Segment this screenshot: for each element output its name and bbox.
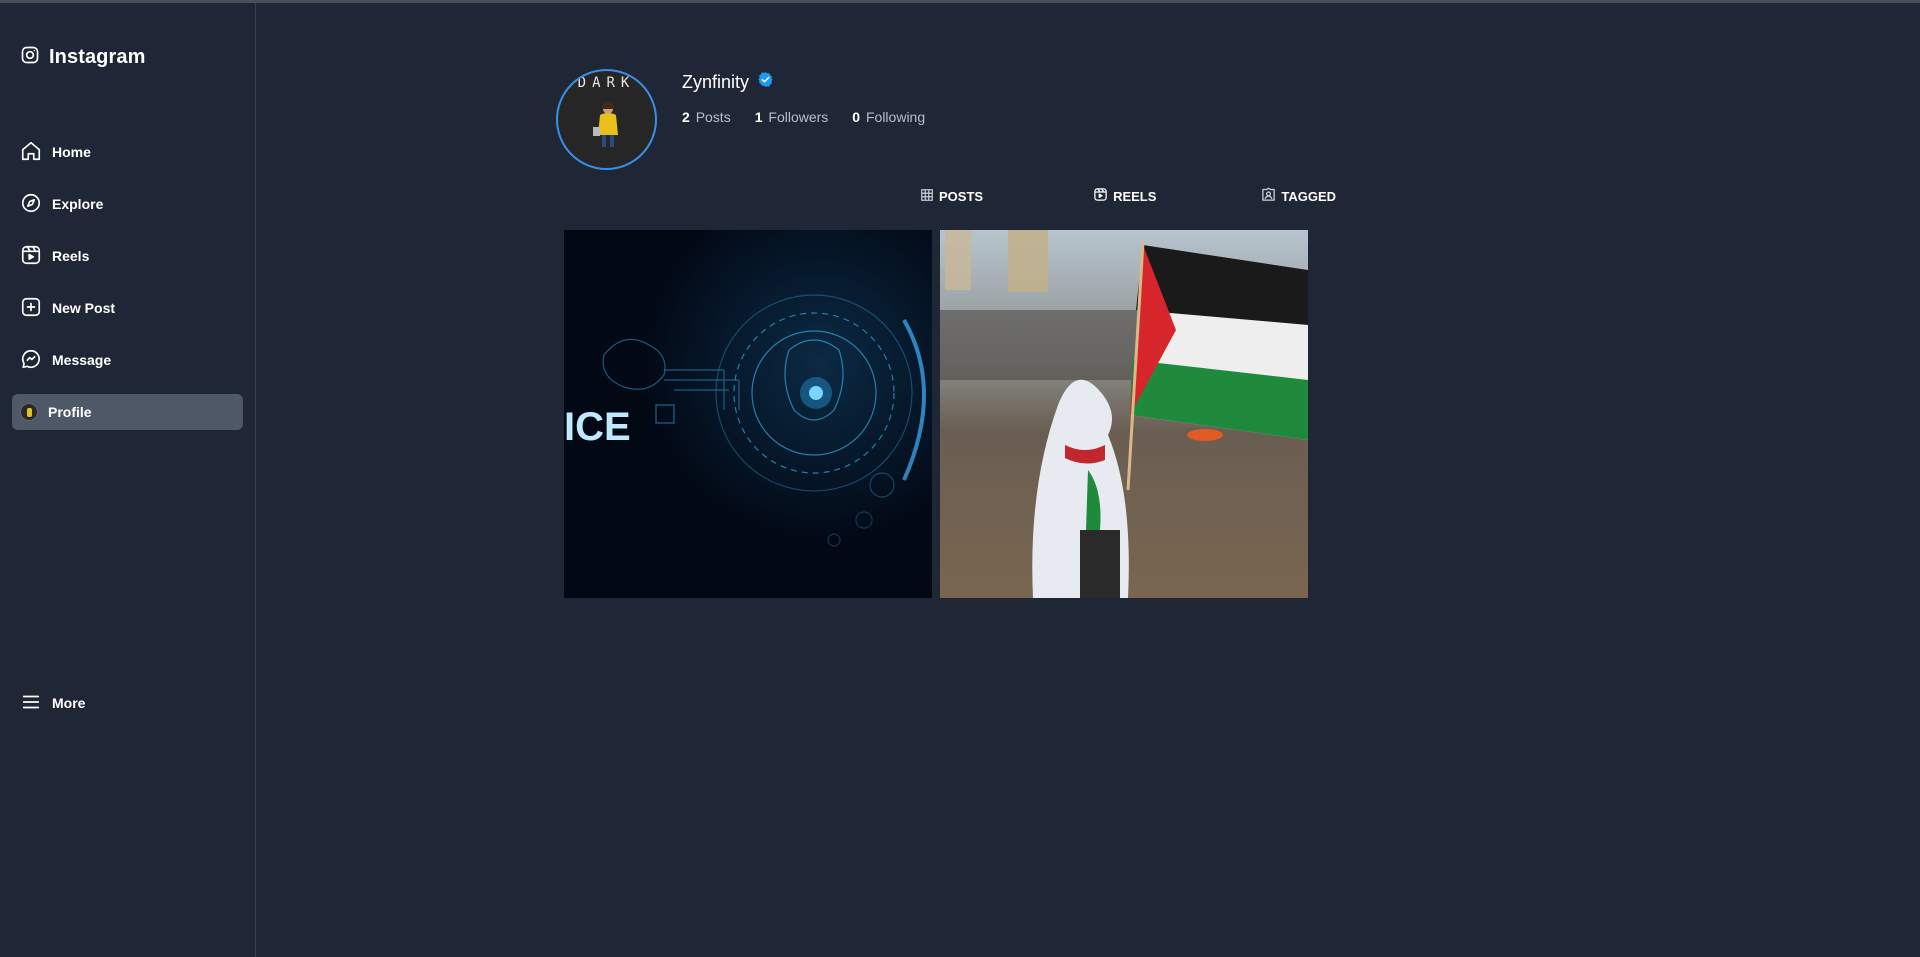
stat-following-label: Following xyxy=(865,109,926,125)
home-icon xyxy=(20,140,42,165)
tab-label: POSTS xyxy=(939,188,984,204)
tab-label: TAGGED xyxy=(1281,188,1337,204)
artwork-overlay-text: ICE xyxy=(564,405,631,449)
stat-posts[interactable]: 2 Posts xyxy=(682,109,731,125)
stat-followers-label: Followers xyxy=(768,109,829,125)
more-label: More xyxy=(52,695,86,711)
reels-icon xyxy=(1093,187,1108,205)
sidebar-item-explore[interactable]: Explore xyxy=(12,186,243,222)
grid-icon xyxy=(920,188,934,205)
compass-icon xyxy=(20,192,42,217)
profile-info: Zynfinity 2 Posts 1 Followers 0 Followin… xyxy=(682,70,925,126)
reels-icon xyxy=(20,244,42,269)
sidebar-item-reels[interactable]: Reels xyxy=(12,238,243,274)
stat-posts-count: 2 xyxy=(682,109,690,125)
post-flag-photo[interactable] xyxy=(940,230,1308,598)
brand[interactable]: Instagram xyxy=(20,45,146,70)
tagged-icon xyxy=(1261,187,1276,205)
stat-followers[interactable]: 1 Followers xyxy=(755,109,829,125)
tab-tagged[interactable]: TAGGED xyxy=(1261,187,1336,205)
profile-avatar[interactable]: DARK xyxy=(556,69,657,170)
post-ai-artwork[interactable]: ICE xyxy=(564,230,932,598)
posts-grid: ICE xyxy=(564,230,1308,598)
profile-tabs: POSTS REELS TAGGED xyxy=(920,187,1336,205)
stat-following-count: 0 xyxy=(852,109,861,125)
stat-following[interactable]: 0 Following xyxy=(852,109,925,125)
sidebar-item-profile[interactable]: Profile xyxy=(12,394,243,430)
profile-stats: 2 Posts 1 Followers 0 Following xyxy=(682,109,925,125)
brand-title: Instagram xyxy=(49,46,146,68)
username-row: Zynfinity xyxy=(682,70,925,94)
sidebar-item-label: Reels xyxy=(52,248,90,264)
verified-badge-icon xyxy=(757,71,774,93)
ai-artwork-image: ICE xyxy=(564,230,932,598)
tab-label: REELS xyxy=(1113,188,1157,204)
window-top-border xyxy=(0,0,1920,3)
stat-followers-count: 1 xyxy=(754,109,763,125)
tab-posts[interactable]: POSTS xyxy=(920,187,983,205)
sidebar-item-new-post[interactable]: New Post xyxy=(12,290,243,326)
sidebar-nav: Home Explore Reels New Post Message Prof… xyxy=(12,134,243,446)
stat-posts-label: Posts xyxy=(695,109,731,125)
sidebar-item-label: Profile xyxy=(48,404,92,420)
menu-icon xyxy=(20,691,42,716)
plus-square-icon xyxy=(20,296,42,321)
avatar-icon xyxy=(20,403,38,421)
flag-photo-image xyxy=(940,230,1308,598)
sidebar-item-home[interactable]: Home xyxy=(12,134,243,170)
sidebar-item-label: Home xyxy=(52,144,91,160)
sidebar-item-label: New Post xyxy=(52,300,116,316)
sidebar-item-label: Explore xyxy=(52,196,104,212)
messenger-icon xyxy=(20,348,42,373)
instagram-icon xyxy=(20,45,40,70)
avatar-figure-icon xyxy=(593,102,618,147)
sidebar: Instagram Home Explore Reels New Post Me… xyxy=(0,3,256,957)
sidebar-item-label: Message xyxy=(52,352,112,368)
tab-reels[interactable]: REELS xyxy=(1093,187,1156,205)
more-button[interactable]: More xyxy=(20,685,85,721)
profile-username: Zynfinity xyxy=(682,71,750,92)
sidebar-item-message[interactable]: Message xyxy=(12,342,243,378)
